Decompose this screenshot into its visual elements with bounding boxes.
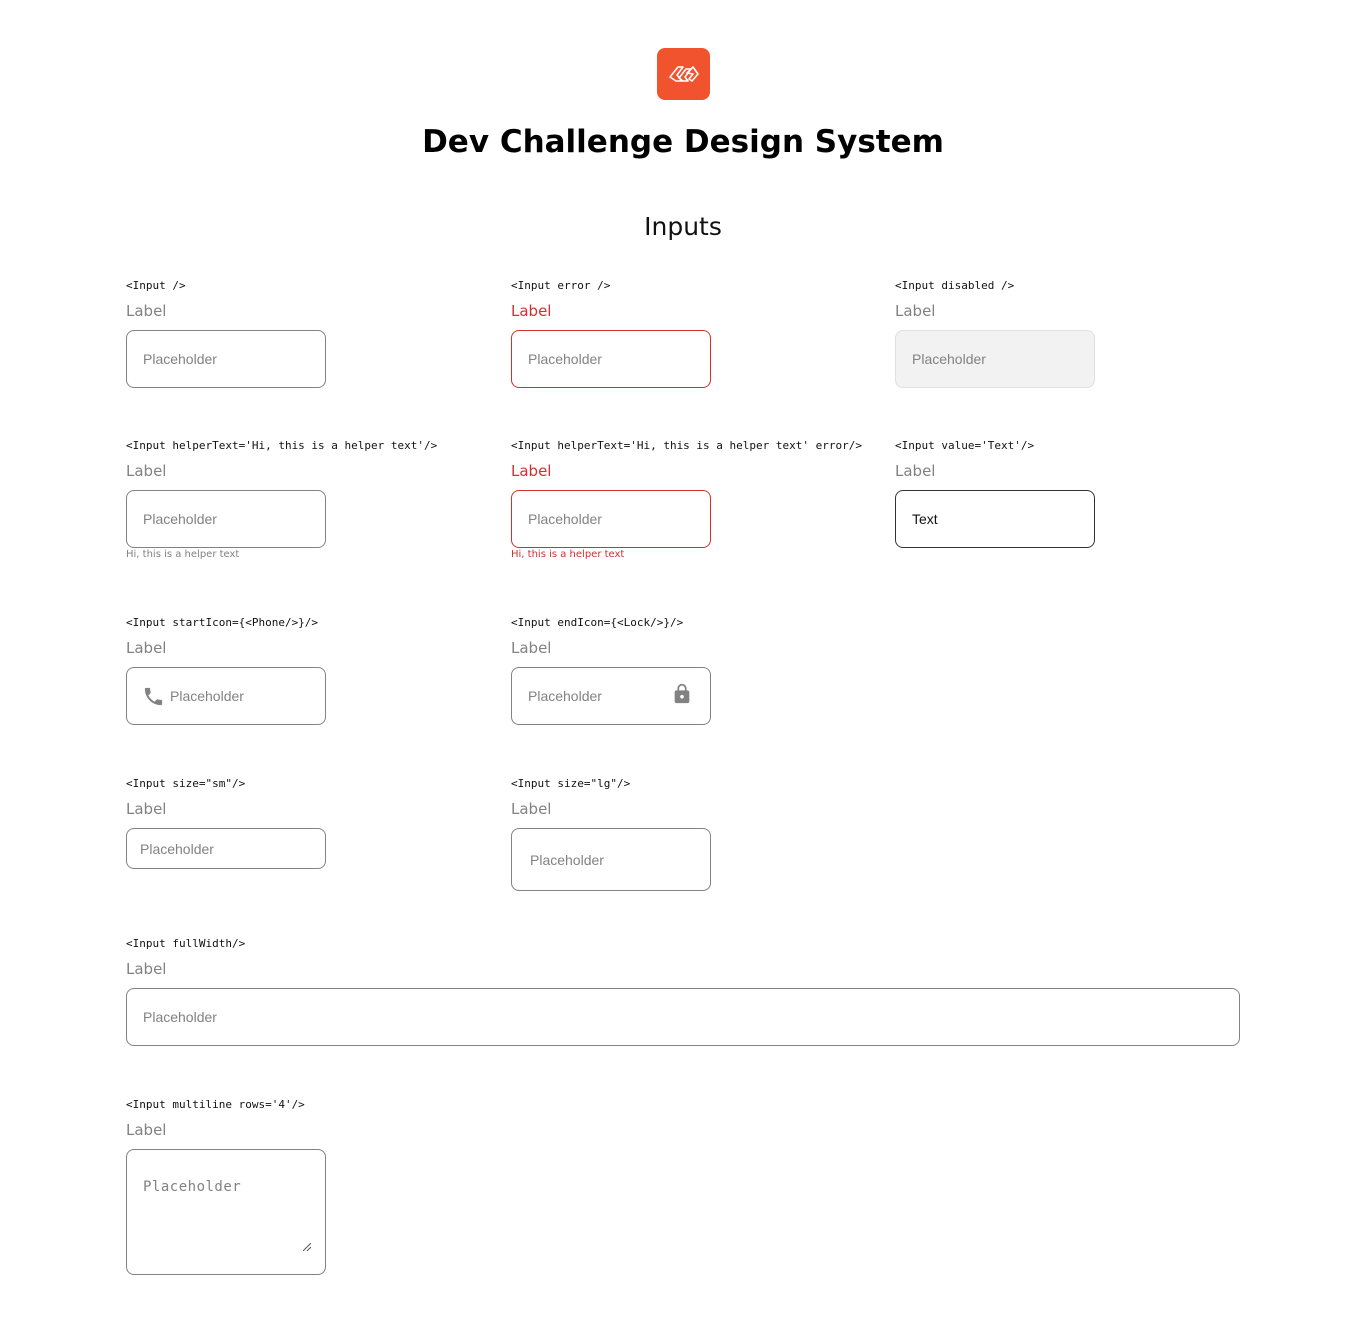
- input-placeholder: Placeholder: [528, 688, 602, 704]
- input-value: Text: [912, 511, 938, 527]
- code-snippet: <Input />: [126, 279, 186, 292]
- input-label: Label: [126, 302, 167, 320]
- disabled-input: Placeholder: [895, 330, 1095, 388]
- lock-icon: [671, 681, 693, 712]
- multiline-textarea[interactable]: Placeholder: [126, 1149, 326, 1275]
- full-width-input[interactable]: Placeholder: [126, 988, 1240, 1046]
- input-label: Label: [511, 302, 552, 320]
- error-input[interactable]: Placeholder: [511, 490, 711, 548]
- input-placeholder: Placeholder: [143, 511, 217, 527]
- input-label: Label: [126, 639, 167, 657]
- demo-value: <Input value='Text'/> Label Text: [895, 439, 1235, 549]
- input-placeholder: Placeholder: [143, 351, 217, 367]
- page-title: Dev Challenge Design System: [422, 124, 944, 160]
- input-placeholder: Placeholder: [143, 1179, 242, 1195]
- demo-helper-text: <Input helperText='Hi, this is a helper …: [126, 439, 506, 569]
- demo-helper-text-error: <Input helperText='Hi, this is a helper …: [511, 439, 891, 569]
- demo-multiline: <Input multiline rows='4'/> Label Placeh…: [126, 1098, 466, 1278]
- helper-text: Hi, this is a helper text: [126, 549, 240, 560]
- input-label: Label: [895, 462, 936, 480]
- demo-end-icon: <Input endIcon={<Lock/>}/> Label Placeho…: [511, 616, 851, 726]
- input-placeholder: Placeholder: [140, 840, 214, 857]
- input-placeholder: Placeholder: [143, 1009, 217, 1025]
- password-input[interactable]: Placeholder: [511, 667, 711, 725]
- input-label: Label: [511, 639, 552, 657]
- text-input[interactable]: Placeholder: [126, 490, 326, 548]
- code-snippet: <Input endIcon={<Lock/>}/>: [511, 616, 684, 629]
- code-snippet: <Input error />: [511, 279, 611, 292]
- dev-challenge-logo-icon: [657, 48, 710, 100]
- resize-handle-icon[interactable]: [302, 1238, 312, 1252]
- text-input[interactable]: Text: [895, 490, 1095, 548]
- demo-disabled: <Input disabled /> Label Placeholder: [895, 279, 1235, 389]
- small-input[interactable]: Placeholder: [126, 828, 326, 869]
- code-snippet: <Input value='Text'/>: [895, 439, 1035, 452]
- code-snippet: <Input helperText='Hi, this is a helper …: [511, 439, 862, 452]
- phone-icon: [142, 685, 165, 708]
- input-label: Label: [126, 462, 167, 480]
- code-snippet: <Input size="sm"/>: [126, 777, 246, 790]
- code-snippet: <Input helperText='Hi, this is a helper …: [126, 439, 438, 452]
- error-input[interactable]: Placeholder: [511, 330, 711, 388]
- demo-error: <Input error /> Label Placeholder: [511, 279, 851, 389]
- input-label: Label: [511, 800, 552, 818]
- code-snippet: <Input multiline rows='4'/>: [126, 1098, 305, 1111]
- section-title: Inputs: [644, 212, 722, 241]
- code-snippet: <Input fullWidth/>: [126, 937, 246, 950]
- helper-text: Hi, this is a helper text: [511, 549, 625, 560]
- large-input[interactable]: Placeholder: [511, 828, 711, 891]
- input-label: Label: [511, 462, 552, 480]
- input-label: Label: [895, 302, 936, 320]
- demo-start-icon: <Input startIcon={<Phone/>}/> Label Plac…: [126, 616, 466, 726]
- phone-input[interactable]: Placeholder: [126, 667, 326, 725]
- demo-default: <Input /> Label Placeholder: [126, 279, 466, 389]
- input-placeholder: Placeholder: [170, 688, 244, 704]
- demo-size-lg: <Input size="lg"/> Label Placeholder: [511, 777, 851, 897]
- input-placeholder: Placeholder: [912, 351, 986, 367]
- code-snippet: <Input startIcon={<Phone/>}/>: [126, 616, 319, 629]
- text-input[interactable]: Placeholder: [126, 330, 326, 388]
- input-placeholder: Placeholder: [530, 851, 604, 868]
- input-label: Label: [126, 800, 167, 818]
- code-snippet: <Input disabled />: [895, 279, 1015, 292]
- code-snippet: <Input size="lg"/>: [511, 777, 631, 790]
- input-label: Label: [126, 1121, 167, 1139]
- demo-size-sm: <Input size="sm"/> Label Placeholder: [126, 777, 466, 877]
- demo-full-width: <Input fullWidth/> Label Placeholder: [126, 937, 1240, 1047]
- input-placeholder: Placeholder: [528, 351, 602, 367]
- input-label: Label: [126, 960, 167, 978]
- input-placeholder: Placeholder: [528, 511, 602, 527]
